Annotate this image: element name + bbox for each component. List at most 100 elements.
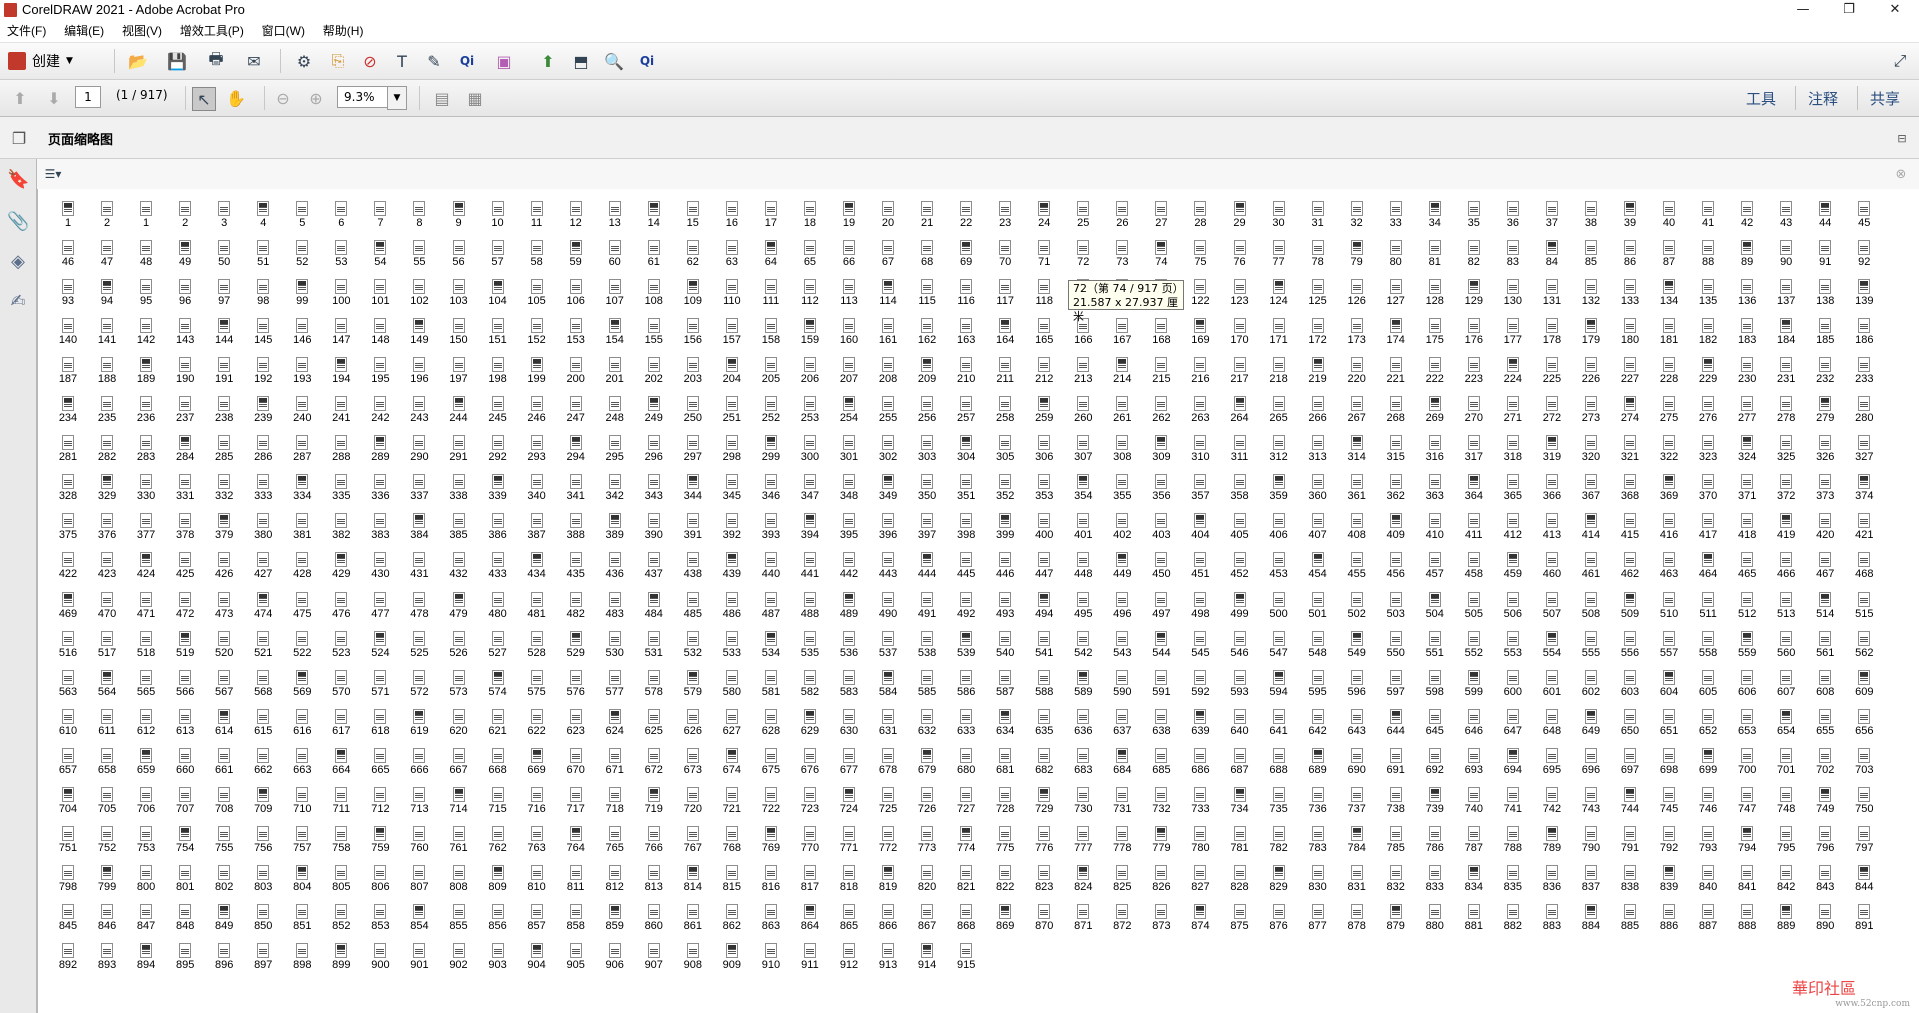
page-thumbnail[interactable]: 348 bbox=[829, 466, 869, 504]
page-thumbnail[interactable]: 231 bbox=[1766, 349, 1806, 387]
page-thumbnail[interactable]: 258 bbox=[985, 388, 1025, 426]
page-thumbnail[interactable]: 316 bbox=[1415, 427, 1455, 465]
page-thumbnail[interactable]: 905 bbox=[556, 935, 596, 973]
page-thumbnail[interactable]: 480 bbox=[478, 584, 518, 622]
page-thumbnail[interactable]: 412 bbox=[1493, 505, 1533, 543]
page-thumbnail[interactable]: 42 bbox=[1727, 193, 1767, 231]
page-thumbnail[interactable]: 200 bbox=[556, 349, 596, 387]
page-thumbnail[interactable]: 145 bbox=[243, 310, 283, 348]
page-thumbnail[interactable]: 322 bbox=[1649, 427, 1689, 465]
page-thumbnail[interactable]: 208 bbox=[868, 349, 908, 387]
page-thumbnail[interactable]: 658 bbox=[87, 740, 127, 778]
page-thumbnail[interactable]: 545 bbox=[1180, 623, 1220, 661]
page-number-input[interactable]: 1 bbox=[75, 86, 101, 108]
page-thumbnail[interactable]: 915 bbox=[946, 935, 986, 973]
page-thumbnail[interactable]: 659 bbox=[126, 740, 166, 778]
page-thumbnail[interactable]: 297 bbox=[673, 427, 713, 465]
page-thumbnail[interactable]: 82 bbox=[1454, 232, 1494, 270]
page-thumbnail[interactable]: 431 bbox=[399, 544, 439, 582]
page-thumbnail[interactable]: 453 bbox=[1259, 544, 1299, 582]
page-thumbnail[interactable]: 377 bbox=[126, 505, 166, 543]
page-thumbnail[interactable]: 369 bbox=[1649, 466, 1689, 504]
page-thumbnail[interactable]: 711 bbox=[321, 779, 361, 817]
page-thumbnail[interactable]: 197 bbox=[439, 349, 479, 387]
page-thumbnail[interactable]: 89 bbox=[1727, 232, 1767, 270]
page-thumbnail[interactable]: 528 bbox=[517, 623, 557, 661]
page-thumbnail[interactable]: 375 bbox=[48, 505, 88, 543]
page-thumbnail[interactable]: 904 bbox=[517, 935, 557, 973]
page-thumbnail[interactable]: 296 bbox=[634, 427, 674, 465]
page-thumbnail[interactable]: 745 bbox=[1649, 779, 1689, 817]
page-thumbnail[interactable]: 34 bbox=[1415, 193, 1455, 231]
page-thumbnail[interactable]: 199 bbox=[517, 349, 557, 387]
page-thumbnail[interactable]: 855 bbox=[439, 896, 479, 934]
page-thumbnail[interactable]: 215 bbox=[1141, 349, 1181, 387]
page-thumbnail[interactable]: 418 bbox=[1727, 505, 1767, 543]
page-thumbnail[interactable]: 519 bbox=[165, 623, 205, 661]
page-thumbnail[interactable]: 561 bbox=[1805, 623, 1845, 661]
page-thumbnail[interactable]: 237 bbox=[165, 388, 205, 426]
page-thumbnail[interactable]: 254 bbox=[829, 388, 869, 426]
page-thumbnail[interactable]: 157 bbox=[712, 310, 752, 348]
page-thumbnail[interactable]: 599 bbox=[1454, 662, 1494, 700]
page-thumbnail[interactable]: 621 bbox=[478, 701, 518, 739]
page-thumbnail[interactable]: 765 bbox=[595, 818, 635, 856]
page-thumbnail[interactable]: 607 bbox=[1766, 662, 1806, 700]
page-thumbnail[interactable]: 760 bbox=[399, 818, 439, 856]
page-thumbnail[interactable]: 396 bbox=[868, 505, 908, 543]
page-thumbnail[interactable]: 688 bbox=[1259, 740, 1299, 778]
page-thumbnail[interactable]: 339 bbox=[478, 466, 518, 504]
page-thumbnail[interactable]: 633 bbox=[946, 701, 986, 739]
page-thumbnail[interactable]: 265 bbox=[1259, 388, 1299, 426]
page-thumbnail[interactable]: 421 bbox=[1844, 505, 1884, 543]
page-thumbnail[interactable]: 370 bbox=[1688, 466, 1728, 504]
page-thumbnail[interactable]: 152 bbox=[517, 310, 557, 348]
page-thumbnail[interactable]: 580 bbox=[712, 662, 752, 700]
page-thumbnail[interactable]: 589 bbox=[1063, 662, 1103, 700]
page-thumbnail[interactable]: 641 bbox=[1259, 701, 1299, 739]
page-thumbnail[interactable]: 350 bbox=[907, 466, 947, 504]
page-thumbnail[interactable]: 795 bbox=[1766, 818, 1806, 856]
page-thumbnail[interactable]: 773 bbox=[907, 818, 947, 856]
page-thumbnail[interactable]: 311 bbox=[1220, 427, 1260, 465]
page-thumbnail[interactable]: 815 bbox=[712, 857, 752, 895]
page-thumbnail[interactable]: 234 bbox=[48, 388, 88, 426]
page-thumbnail[interactable]: 334 bbox=[282, 466, 322, 504]
page-thumbnail[interactable]: 401 bbox=[1063, 505, 1103, 543]
page-thumbnail[interactable]: 269 bbox=[1415, 388, 1455, 426]
page-thumbnail[interactable]: 750 bbox=[1844, 779, 1884, 817]
page-thumbnail[interactable]: 754 bbox=[165, 818, 205, 856]
page-thumbnail[interactable]: 675 bbox=[751, 740, 791, 778]
page-thumbnail[interactable]: 465 bbox=[1727, 544, 1767, 582]
page-thumbnail[interactable]: 115 bbox=[907, 271, 947, 309]
page-thumbnail[interactable]: 417 bbox=[1688, 505, 1728, 543]
page-thumbnail[interactable]: 836 bbox=[1532, 857, 1572, 895]
page-thumbnail[interactable]: 176 bbox=[1454, 310, 1494, 348]
page-thumbnail[interactable]: 674 bbox=[712, 740, 752, 778]
page-thumbnail[interactable]: 422 bbox=[48, 544, 88, 582]
page-thumbnail[interactable]: 636 bbox=[1063, 701, 1103, 739]
page-thumbnail[interactable]: 537 bbox=[868, 623, 908, 661]
page-thumbnail[interactable]: 888 bbox=[1727, 896, 1767, 934]
page-thumbnail[interactable]: 185 bbox=[1805, 310, 1845, 348]
page-thumbnail[interactable]: 662 bbox=[243, 740, 283, 778]
page-thumbnail[interactable]: 153 bbox=[556, 310, 596, 348]
page-thumbnail[interactable]: 403 bbox=[1141, 505, 1181, 543]
page-thumbnail[interactable]: 685 bbox=[1141, 740, 1181, 778]
page-thumbnail[interactable]: 327 bbox=[1844, 427, 1884, 465]
page-thumbnail[interactable]: 616 bbox=[282, 701, 322, 739]
page-thumbnail[interactable]: 809 bbox=[478, 857, 518, 895]
close-panel-icon[interactable]: ⊗ bbox=[1890, 163, 1912, 185]
page-thumbnail[interactable]: 41 bbox=[1688, 193, 1728, 231]
page-thumbnail[interactable]: 533 bbox=[712, 623, 752, 661]
page-thumbnail[interactable]: 887 bbox=[1688, 896, 1728, 934]
page-thumbnail[interactable]: 73 bbox=[1102, 232, 1142, 270]
page-thumbnail[interactable]: 889 bbox=[1766, 896, 1806, 934]
page-thumbnail[interactable]: 419 bbox=[1766, 505, 1806, 543]
page-thumbnail[interactable]: 177 bbox=[1493, 310, 1533, 348]
page-thumbnail[interactable]: 748 bbox=[1766, 779, 1806, 817]
page-thumbnail[interactable]: 460 bbox=[1532, 544, 1572, 582]
page-thumbnail[interactable]: 548 bbox=[1298, 623, 1338, 661]
page-thumbnail[interactable]: 581 bbox=[751, 662, 791, 700]
select-tool-icon[interactable]: ↖ bbox=[192, 87, 216, 111]
